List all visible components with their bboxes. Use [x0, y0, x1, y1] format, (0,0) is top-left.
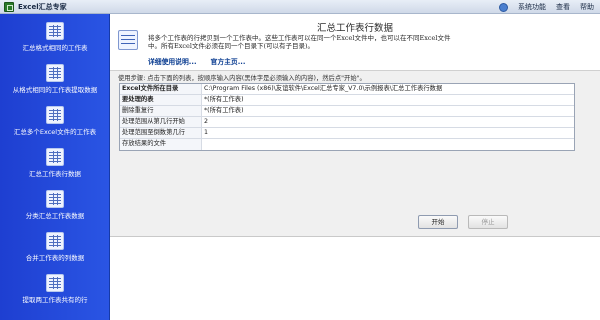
homepage-link[interactable]: 官方主页... — [211, 56, 246, 66]
stop-button[interactable]: 停止 — [468, 215, 508, 229]
sidebar-item-category-summary[interactable]: 分类汇总工作表数据 — [0, 186, 110, 226]
row-label: 处理范围从第几行开始 — [120, 117, 202, 127]
usage-instructions-link[interactable]: 详细使用说明... — [148, 56, 197, 66]
form-panel: 使用步骤: 点击下面的列表，按顺序输入内容(黑体字是必须输入的内容)，然后点"开… — [110, 70, 600, 236]
sidebar: 汇总格式相同的工作表 从格式相同的工作表提取数据 汇总多个Excel文件的工作表… — [0, 14, 110, 320]
sidebar-item-extract-common-rows[interactable]: 提取两工作表共有的行 — [0, 270, 110, 310]
window-title: Excel汇总专家 — [18, 3, 67, 11]
title-bar: Excel汇总专家 系统功能 查看 帮助 — [0, 0, 600, 14]
table-row: 处理范围至倒数第几行 1 — [120, 128, 574, 139]
sidebar-item-merge-columns[interactable]: 合并工作表的列数据 — [0, 228, 110, 268]
start-row-field[interactable]: 2 — [202, 117, 574, 127]
menu-view[interactable]: 查看 — [556, 2, 570, 12]
sidebar-item-label: 汇总工作表行数据 — [29, 170, 81, 178]
sheet-grid-icon — [46, 190, 64, 208]
end-row-from-bottom-field[interactable]: 1 — [202, 128, 574, 138]
parameter-grid: Excel文件所在目录 C:\Program Files (x86)\友谊软件\… — [119, 83, 575, 151]
description-line: 中。所有Excel文件必须在同一个目录下(可以有子目录)。 — [148, 42, 315, 50]
sidebar-item-label: 提取两工作表共有的行 — [22, 296, 88, 304]
sidebar-item-label: 合并工作表的列数据 — [25, 254, 85, 262]
sidebar-item-sum-rows[interactable]: 汇总工作表行数据 — [0, 144, 110, 184]
menu-bar: 系统功能 查看 帮助 — [499, 2, 594, 12]
sheets-to-process-field[interactable]: *(所有工作表) — [202, 95, 574, 105]
table-row: Excel文件所在目录 C:\Program Files (x86)\友谊软件\… — [120, 84, 574, 95]
sidebar-item-label: 汇总格式相同的工作表 — [22, 44, 88, 52]
menu-system-functions[interactable]: 系统功能 — [518, 2, 546, 12]
page-title: 汇总工作表行数据 — [316, 23, 393, 34]
page-description: 将多个工作表的行拷贝到一个工作表中。这些工作表可以在同一个Excel文件中，也可… — [148, 34, 588, 50]
sidebar-item-label: 分类汇总工作表数据 — [25, 212, 85, 220]
table-row: 存放结果的文件 — [120, 139, 574, 150]
system-gear-icon[interactable] — [499, 2, 508, 12]
menu-help[interactable]: 帮助 — [580, 2, 594, 12]
row-label: 删除重复行 — [120, 106, 202, 116]
result-file-field[interactable] — [202, 139, 574, 150]
sidebar-item-extract-same-format[interactable]: 从格式相同的工作表提取数据 — [0, 60, 110, 100]
row-label: Excel文件所在目录 — [120, 84, 202, 94]
row-label: 存放结果的文件 — [120, 139, 202, 150]
excel-directory-field[interactable]: C:\Program Files (x86)\友谊软件\Excel汇总专家_V7… — [202, 84, 574, 94]
sidebar-item-sum-same-format-sheets[interactable]: 汇总格式相同的工作表 — [0, 18, 110, 58]
sheet-grid-icon — [46, 106, 64, 124]
table-row: 处理范围从第几行开始 2 — [120, 117, 574, 128]
sidebar-item-sum-multiple-files[interactable]: 汇总多个Excel文件的工作表 — [0, 102, 110, 142]
excel-app-icon — [4, 2, 14, 12]
sidebar-item-label: 汇总多个Excel文件的工作表 — [13, 128, 97, 136]
table-row: 要处理的表 *(所有工作表) — [120, 95, 574, 106]
sheet-grid-icon — [46, 232, 64, 250]
sheet-grid-icon — [46, 274, 64, 292]
start-button[interactable]: 开始 — [418, 215, 458, 229]
sidebar-item-label: 从格式相同的工作表提取数据 — [12, 86, 98, 94]
usage-hint: 使用步骤: 点击下面的列表，按顺序输入内容(黑体字是必须输入的内容)，然后点"开… — [118, 75, 366, 82]
page-header: 汇总工作表行数据 将多个工作表的行拷贝到一个工作表中。这些工作表可以在同一个Ex… — [110, 14, 600, 70]
table-row: 删除重复行 *(所有工作表) — [120, 106, 574, 117]
description-line: 将多个工作表的行拷贝到一个工作表中。这些工作表可以在同一个Excel文件中，也可… — [148, 34, 451, 42]
row-label: 要处理的表 — [120, 95, 202, 105]
header-links: 详细使用说明... 官方主页... — [148, 56, 245, 66]
output-area — [110, 236, 600, 320]
sheet-grid-icon — [46, 22, 64, 40]
remove-duplicate-rows-field[interactable]: *(所有工作表) — [202, 106, 574, 116]
sheet-grid-icon — [46, 148, 64, 166]
sheet-grid-icon — [46, 64, 64, 82]
row-label: 处理范围至倒数第几行 — [120, 128, 202, 138]
